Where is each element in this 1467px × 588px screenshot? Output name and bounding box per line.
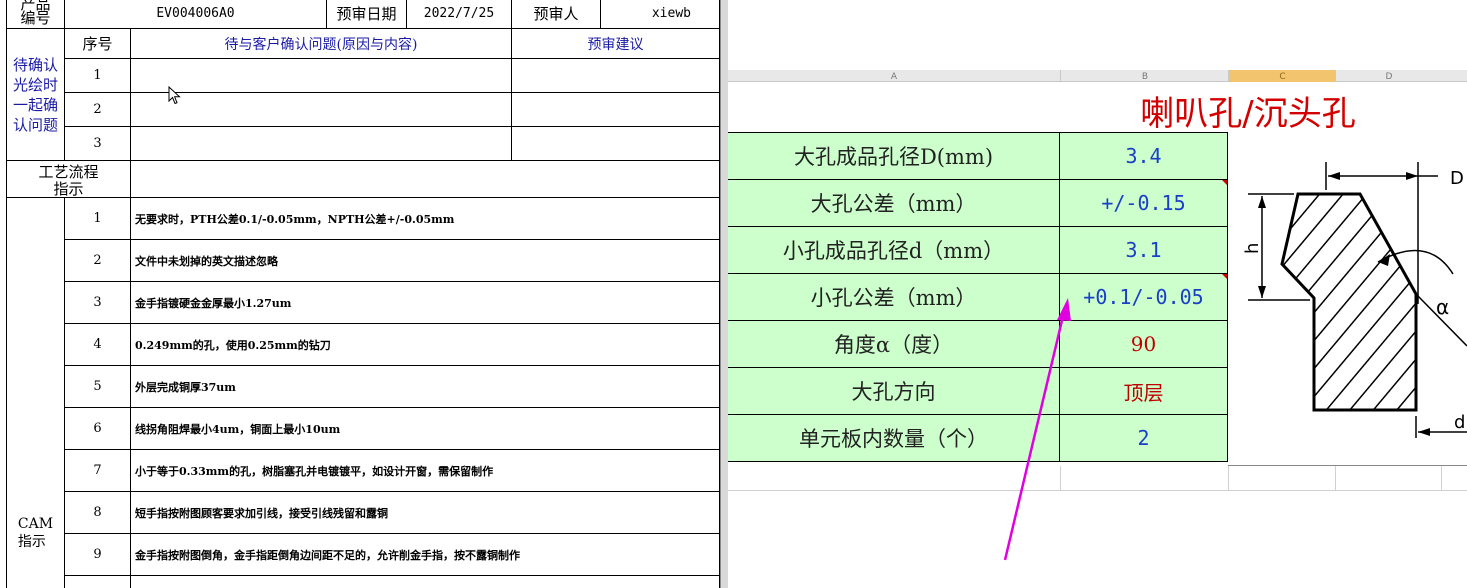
cam-item-seq: 1 [93,211,102,226]
cam-item-seq: 6 [93,421,102,436]
confirm-issue-cell[interactable] [131,59,511,92]
param-label: 大孔成品孔径D(mm) [728,133,1060,180]
diagram-label-d: d [1454,412,1465,433]
param-value-text: +/-0.15 [1101,191,1186,215]
column-header-selected[interactable]: C [1228,70,1336,82]
diagram-label-D: D [1450,168,1464,189]
process-flow-label: 工艺流程 指示 [38,163,99,198]
cam-item-text[interactable]: 外层完成铜厚37um [131,366,719,407]
sheet-blank-area [728,0,1467,70]
issue-header: 待与客户确认问题(原因与内容) [224,36,418,53]
cam-item-text[interactable]: 短手指按附图顾客要求加引线，接受引线残留和露铜 [131,492,719,533]
cam-item-seq: 7 [93,463,102,478]
param-value[interactable]: 3.4 [1060,133,1228,180]
comment-indicator-icon[interactable] [1222,180,1227,185]
param-label: 大孔公差（mm） [728,180,1060,227]
countersink-diagram: D h α d [1228,134,1467,466]
confirm-row-seq: 3 [93,136,102,151]
review-date-label: 预审日期 [336,4,397,23]
param-value[interactable]: 2 [1060,415,1228,462]
product-code-value[interactable]: EV004006A0 [65,0,326,26]
comment-indicator-icon[interactable] [1222,274,1227,279]
confirm-issue-cell[interactable] [131,93,511,126]
cam-item-seq: 3 [93,295,102,310]
column-header[interactable]: D [1335,70,1442,82]
param-value[interactable]: +/-0.15 [1060,180,1228,227]
sheet-title: 喇叭孔/沉头孔 [1140,93,1356,134]
cam-item-seq: 5 [93,379,102,394]
column-header[interactable]: A [728,70,1060,82]
cam-item-text[interactable]: 小于等于0.33mm的孔，树脂塞孔并电镀镀平，如设计开窗，需保留制作 [131,450,719,491]
cam-item-seq: 4 [93,337,102,352]
annotation-arrow-icon [1003,298,1071,561]
suggest-header: 预审建议 [587,36,644,53]
param-value[interactable]: 3.1 [1060,227,1228,274]
param-value[interactable]: 顶层 [1060,368,1228,415]
sheet-blank-area [728,491,1467,588]
countersink-diagram-icon: D h α d [1242,162,1467,438]
reviewer-value[interactable]: xiewb [601,0,719,26]
cam-item-text[interactable]: 无要求时，PTH公差0.1/-0.05mm，NPTH公差+/-0.05mm [131,198,719,239]
cam-item-text[interactable]: 0.249mm的孔，使用0.25mm的钻刀 [131,324,719,365]
column-header[interactable]: B [1060,70,1229,82]
param-value[interactable]: 90 [1060,321,1228,368]
confirm-issues-label: 待确认 光绘时 一起确 认问题 [12,55,58,134]
mouse-cursor-icon [168,86,181,105]
diagram-label-h: h [1242,243,1263,254]
review-date-value[interactable]: 2022/7/25 [407,0,511,26]
cam-instructions-label: CAM 指示 [17,516,54,550]
cam-item-text[interactable]: 金手指按附图倒角，金手指距倒角边间距不足的，允许削金手指，按不露铜制作 [131,534,719,575]
cam-item-seq: 2 [93,253,102,268]
diagram-label-alpha: α [1436,295,1449,319]
product-code-label: 产品 编号 [20,0,51,27]
reviewer-label: 预审人 [533,4,579,23]
confirm-issue-cell[interactable] [131,127,511,160]
process-flow-cell[interactable] [131,161,719,197]
param-label: 小孔成品孔径d（mm） [728,227,1060,274]
cam-item-text[interactable]: 线拐角阻焊最小4um，铜面上最小10um [131,408,719,449]
param-value[interactable]: +0.1/-0.05 [1060,274,1228,321]
cam-item-seq: 8 [93,505,102,520]
empty-row[interactable] [728,466,1467,491]
cam-item-text[interactable]: 文件中未划掉的英文描述忽略 [131,240,719,281]
cam-item-text[interactable]: 金手指镀硬金金厚最小1.27um [131,282,719,323]
confirm-row-seq: 2 [93,102,102,117]
window-split-divider[interactable] [720,0,728,588]
left-spreadsheet: 产品 编号 EV004006A0 预审日期 2022/7/25 预审人 xiew… [0,0,720,588]
column-header-bar: A B C D [728,70,1467,82]
param-value-text: +0.1/-0.05 [1083,285,1204,309]
confirm-row-seq: 1 [93,68,102,83]
seq-header: 序号 [82,35,113,53]
cam-item-seq: 9 [93,547,102,562]
right-spreadsheet: A B C D 喇叭孔/沉头孔 大孔成品孔径D(mm) 3.4 大孔公差（mm）… [728,0,1467,588]
